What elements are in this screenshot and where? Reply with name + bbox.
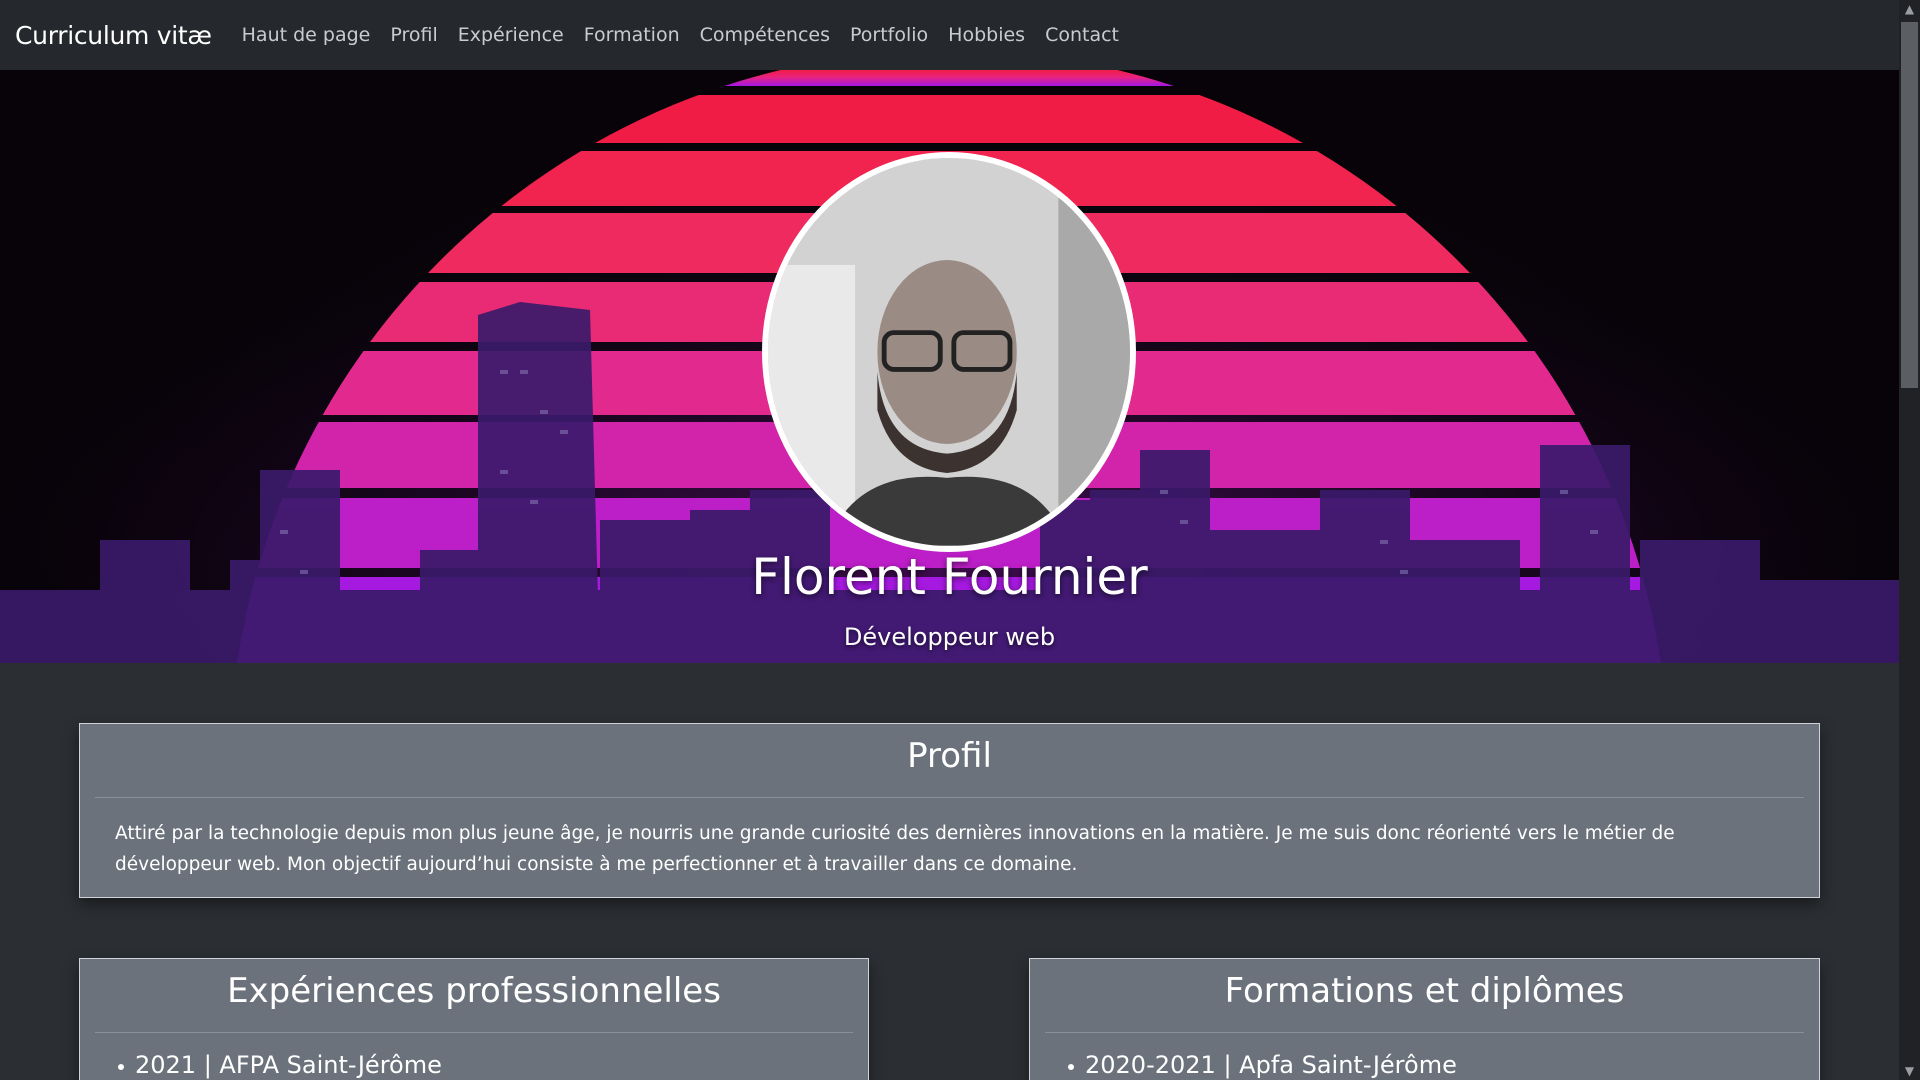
nav-link-formation[interactable]: Formation	[584, 24, 680, 46]
nav-link-profil[interactable]: Profil	[390, 24, 437, 46]
hero-banner: Florent Fournier Développeur web	[0, 70, 1899, 663]
list-item: 2020-2021 | Apfa Saint-Jérôme	[1068, 1051, 1819, 1079]
nav-link-portfolio[interactable]: Portfolio	[850, 24, 928, 46]
navbar: Curriculum vitæ Haut de page Profil Expé…	[0, 0, 1899, 70]
profile-photo	[762, 152, 1136, 552]
formation-list: 2020-2021 | Apfa Saint-Jérôme	[1030, 1033, 1819, 1079]
formation-card: Formations et diplômes 2020-2021 | Apfa …	[1029, 958, 1820, 1080]
list-item: 2021 | AFPA Saint-Jérôme	[118, 1051, 868, 1079]
formation-title: Formations et diplômes	[1224, 971, 1625, 1011]
profile-photo-image	[768, 158, 1130, 546]
profil-card: Profil Attiré par la technologie depuis …	[79, 723, 1820, 898]
scroll-down-arrow-icon[interactable]: ▼	[1899, 1062, 1920, 1080]
page-scrollbar[interactable]: ▲ ▼	[1899, 0, 1920, 1080]
nav-link-haut-de-page[interactable]: Haut de page	[242, 24, 371, 46]
experience-title: Expériences professionnelles	[227, 971, 721, 1011]
hero-name: Florent Fournier	[751, 548, 1148, 606]
scroll-up-arrow-icon[interactable]: ▲	[1899, 0, 1920, 18]
profil-title: Profil	[907, 736, 992, 776]
brand-link[interactable]: Curriculum vitæ	[15, 21, 212, 50]
experience-list: 2021 | AFPA Saint-Jérôme	[80, 1033, 868, 1079]
nav-link-competences[interactable]: Compétences	[700, 24, 830, 46]
nav-link-contact[interactable]: Contact	[1045, 24, 1119, 46]
nav-link-experience[interactable]: Expérience	[458, 24, 564, 46]
experience-card: Expériences professionnelles 2021 | AFPA…	[79, 958, 869, 1080]
nav-link-hobbies[interactable]: Hobbies	[948, 24, 1025, 46]
scrollbar-thumb[interactable]	[1901, 22, 1918, 388]
profil-text: Attiré par la technologie depuis mon plu…	[115, 823, 1675, 875]
hero-subtitle: Développeur web	[843, 623, 1056, 651]
